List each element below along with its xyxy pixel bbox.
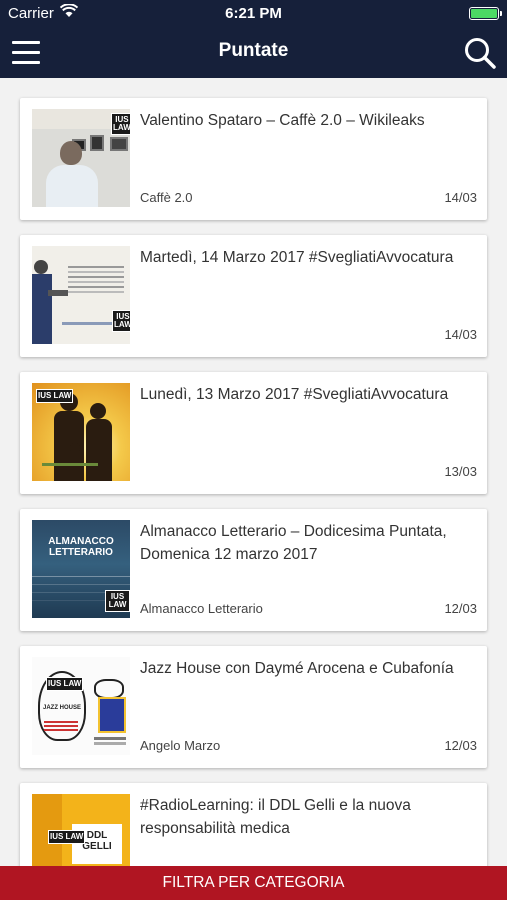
episode-date: 12/03 — [444, 601, 477, 616]
episode-date: 14/03 — [444, 190, 477, 205]
episode-title: #RadioLearning: il DDL Gelli e la nuova … — [140, 797, 411, 837]
episode-date: 13/03 — [444, 464, 477, 479]
ius-law-logo: IUS LAW — [111, 113, 130, 135]
list-item[interactable]: IUS LAW Martedì, 14 Marzo 2017 #Svegliat… — [20, 235, 487, 357]
episode-category: Angelo Marzo — [140, 738, 221, 753]
episode-title: Lunedì, 13 Marzo 2017 #SvegliatiAvvocatu… — [140, 386, 449, 403]
ius-law-logo: IUS LAW — [105, 590, 130, 612]
list-item[interactable]: DDL GELLI IUS LAW #RadioLearning: il DDL… — [20, 783, 487, 866]
episode-thumbnail: DDL GELLI IUS LAW — [32, 794, 130, 866]
episode-thumbnail: IUS LAW JAZZ HOUSE — [32, 657, 130, 755]
episode-thumbnail: IUS LAW — [32, 109, 130, 207]
episode-thumbnail: ALMANACCO LETTERARIO IUS LAW — [32, 520, 130, 618]
status-time: 6:21 PM — [225, 5, 282, 22]
thumbnail-caption: ALMANACCO LETTERARIO — [48, 536, 114, 558]
list-item[interactable]: ALMANACCO LETTERARIO IUS LAW Almanacco L… — [20, 509, 487, 631]
episode-category: Almanacco Letterario — [140, 601, 263, 616]
filter-by-category-button[interactable]: FILTRA PER CATEGORIA — [0, 866, 507, 900]
episode-category: Caffè 2.0 — [140, 190, 193, 205]
ius-law-logo: IUS LAW — [36, 389, 74, 403]
episode-list[interactable]: IUS LAW Valentino Spataro – Caffè 2.0 – … — [0, 78, 507, 866]
episode-date: 14/03 — [444, 327, 477, 342]
battery-icon — [469, 7, 502, 20]
ius-law-logo: IUS LAW — [48, 830, 86, 844]
thumbnail-caption: JAZZ HOUSE — [42, 705, 81, 711]
status-bar: Carrier 6:21 PM — [0, 0, 507, 28]
ius-law-logo: IUS LAW — [46, 677, 84, 691]
page-title: Puntate — [218, 40, 289, 61]
ius-law-logo: IUS LAW — [112, 310, 130, 332]
list-item[interactable]: IUS LAW Lunedì, 13 Marzo 2017 #Svegliati… — [20, 372, 487, 494]
episode-date: 12/03 — [444, 738, 477, 753]
episode-title: Martedì, 14 Marzo 2017 #SvegliatiAvvocat… — [140, 249, 454, 266]
episode-title: Valentino Spataro – Caffè 2.0 – Wikileak… — [140, 112, 425, 129]
list-item[interactable]: IUS LAW Valentino Spataro – Caffè 2.0 – … — [20, 98, 487, 220]
episode-thumbnail: IUS LAW — [32, 383, 130, 481]
episode-title: Almanacco Letterario – Dodicesima Puntat… — [140, 523, 447, 563]
search-icon[interactable] — [463, 36, 497, 70]
episode-title: Jazz House con Daymé Arocena e Cubafonía — [140, 660, 454, 677]
nav-bar: Puntate — [0, 28, 507, 78]
episode-thumbnail: IUS LAW — [32, 246, 130, 344]
list-item[interactable]: IUS LAW JAZZ HOUSE Jazz House con Daymé … — [20, 646, 487, 768]
